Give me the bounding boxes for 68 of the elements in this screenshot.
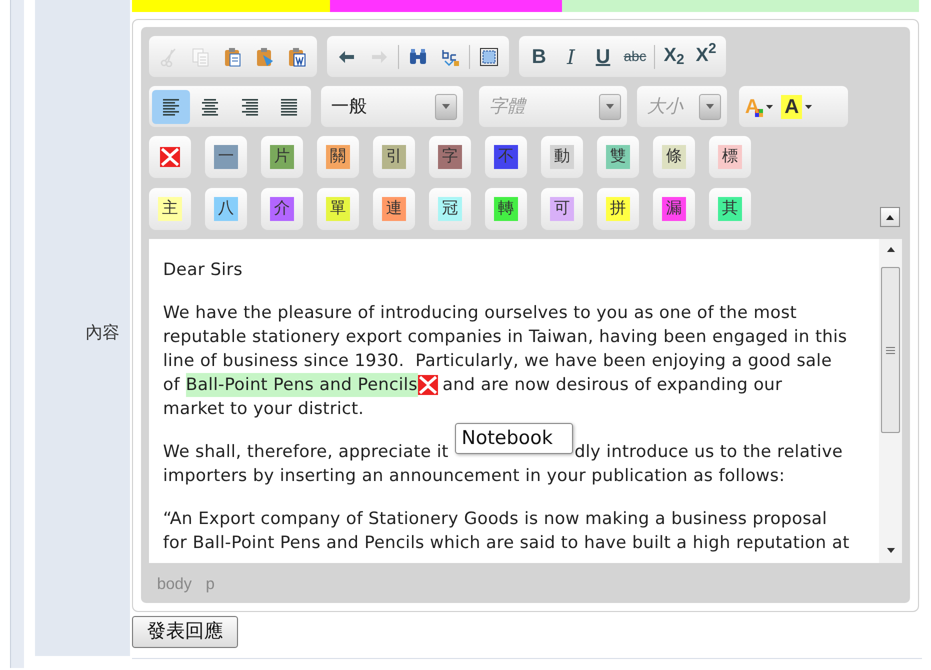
insert-button[interactable]: 引 bbox=[373, 136, 415, 178]
collapse-toolbar-button[interactable] bbox=[880, 207, 900, 227]
paragraph-text: importers by inserting an announcement in your publication as follows: bbox=[163, 465, 785, 488]
insert-button[interactable]: 雙 bbox=[597, 136, 639, 178]
insert-button[interactable]: 介 bbox=[261, 188, 303, 230]
paragraph-text: for Ball-Point Pens and Pencils which are said to have built a high reputation at bbox=[163, 532, 850, 555]
highlighted-text: Ball-Point Pens and Pencils bbox=[186, 373, 418, 397]
dropdown-caret-icon bbox=[435, 94, 457, 120]
collapse-icon bbox=[886, 214, 894, 220]
script-button[interactable]: X$^{2}$ bbox=[690, 40, 722, 72]
format-dropdown[interactable]: 一般 bbox=[321, 86, 463, 127]
binoculars-icon bbox=[408, 46, 428, 66]
insert-button[interactable]: 漏 bbox=[653, 188, 695, 230]
grip-icon bbox=[886, 346, 895, 354]
insert-button[interactable] bbox=[149, 136, 191, 178]
align-left-icon bbox=[162, 96, 180, 116]
align-right-icon bbox=[240, 96, 259, 116]
insert-button[interactable]: 標 bbox=[709, 136, 751, 178]
scroll-up-icon[interactable] bbox=[886, 247, 894, 252]
clipboard-icon bbox=[287, 46, 307, 66]
dropdown-caret-icon bbox=[599, 94, 621, 120]
paragraph-text: of bbox=[163, 374, 180, 397]
broken-image-icon bbox=[160, 147, 180, 167]
caret-icon bbox=[804, 104, 812, 108]
insert-button[interactable]: 可 bbox=[541, 188, 583, 230]
paragraph-text: dly introduce us to the relative bbox=[574, 441, 843, 464]
caret-icon bbox=[766, 104, 774, 108]
align-justify-icon bbox=[280, 96, 298, 116]
maximize-icon bbox=[479, 46, 499, 66]
tooltip: Notebook bbox=[454, 423, 572, 454]
insert-button[interactable]: 八 bbox=[205, 188, 247, 230]
paragraph-text: We shall, therefore, appreciate it bbox=[163, 441, 448, 464]
bold-button[interactable]: B bbox=[523, 40, 555, 72]
clipboard-icon bbox=[255, 46, 275, 66]
insert-button[interactable]: 條 bbox=[653, 136, 695, 178]
paragraph-text: We have the pleasure of introducing ourselves to you as one of the most bbox=[163, 302, 797, 325]
align-center-icon bbox=[201, 96, 220, 116]
insert-button[interactable]: 連 bbox=[373, 188, 415, 230]
align-left-button[interactable] bbox=[152, 90, 190, 124]
paragraph-text: reputable stationery export companies in Taiwan, having been engaged in this bbox=[163, 326, 848, 349]
italic-button[interactable]: I bbox=[555, 40, 587, 72]
clipboard-icon bbox=[223, 46, 243, 66]
dropdown-caret-icon bbox=[699, 94, 721, 120]
insert-button[interactable]: 單 bbox=[317, 188, 359, 230]
field-label: 內容 bbox=[86, 322, 120, 344]
scrollbar[interactable] bbox=[879, 239, 902, 563]
insert-button[interactable]: 轉 bbox=[485, 188, 527, 230]
insert-button[interactable]: 關 bbox=[317, 136, 359, 178]
broken-image-icon bbox=[418, 375, 438, 395]
submit-button[interactable]: 發表回應 bbox=[132, 616, 238, 648]
insert-button[interactable]: 其 bbox=[709, 188, 751, 230]
insert-button[interactable]: 拼 bbox=[597, 188, 639, 230]
paragraph-text: market to your district. bbox=[163, 398, 364, 421]
script-button[interactable]: X$_{2}$ bbox=[658, 40, 690, 72]
insert-button[interactable]: 主 bbox=[149, 188, 191, 230]
paragraph-text: “An Export company of Stationery Goods is now making a business proposal bbox=[163, 508, 828, 531]
insert-button[interactable]: 冠 bbox=[429, 188, 471, 230]
pages-icon bbox=[191, 46, 211, 66]
insert-button[interactable]: 一 bbox=[205, 136, 247, 178]
paragraph-text: line of business since 1930. Particularly, we have been enjoying a good sale bbox=[163, 350, 832, 373]
insert-button[interactable]: 動 bbox=[541, 136, 583, 178]
underline-button[interactable]: U bbox=[587, 40, 619, 72]
scroll-thumb[interactable] bbox=[881, 267, 900, 433]
insert-button[interactable]: 片 bbox=[261, 136, 303, 178]
scroll-down-icon[interactable] bbox=[886, 548, 894, 553]
strikethrough-button[interactable]: abc bbox=[619, 40, 651, 72]
paragraph-text: and are now desirous of expanding our bbox=[442, 374, 782, 397]
paragraph-text: Dear Sirs bbox=[163, 259, 243, 282]
